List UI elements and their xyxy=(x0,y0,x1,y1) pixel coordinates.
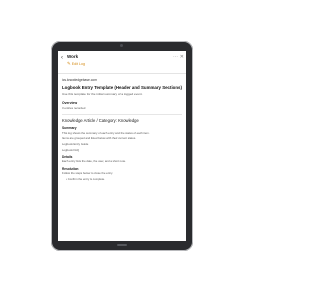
front-camera xyxy=(120,44,123,47)
pencil-icon: ✎ xyxy=(67,61,71,66)
article-link-2[interactable]: Logbook FAQ xyxy=(62,148,182,152)
article-subtitle: Use this template for the initial summar… xyxy=(62,92,143,97)
article-content: ics.knowledgebase.com Logbook Entry Temp… xyxy=(58,74,186,181)
summary-paragraph-1: This log shows the summary of each entry… xyxy=(62,130,150,135)
back-button-label[interactable]: Work xyxy=(67,54,78,59)
close-icon[interactable]: ✕ xyxy=(180,54,184,60)
overview-heading: Overview xyxy=(62,101,78,106)
resolution-bullet: • Confirm the entry is complete. xyxy=(66,177,105,182)
article-link-1[interactable]: Logbook Entry Guide xyxy=(62,142,182,146)
summary-heading: Summary xyxy=(62,126,77,131)
edit-log-button[interactable]: ✎ Edit Log xyxy=(67,61,85,66)
details-text: Each entry lists the date, the user, and… xyxy=(62,159,126,164)
more-options-icon[interactable]: ⋯ xyxy=(173,54,178,60)
tablet-device: ‹ Work ✎ Edit Log ⋯ ✕ ics.knowledgebase.… xyxy=(51,41,193,251)
details-heading: Details xyxy=(62,154,73,159)
resolution-bullet-text: Confirm the entry is complete. xyxy=(67,177,105,182)
back-chevron-icon[interactable]: ‹ xyxy=(61,55,63,61)
resolution-heading: Resolution xyxy=(62,166,79,171)
article-url[interactable]: ics.knowledgebase.com xyxy=(62,78,182,82)
home-indicator xyxy=(117,244,127,246)
article-title: Logbook Entry Template (Header and Summa… xyxy=(62,85,182,90)
summary-paragraph-2: Items are grouped and listed below with … xyxy=(62,135,137,140)
top-bar: ‹ Work ✎ Edit Log ⋯ ✕ xyxy=(58,51,186,74)
tablet-screen: ‹ Work ✎ Edit Log ⋯ ✕ ics.knowledgebase.… xyxy=(58,51,186,241)
knowledge-title: Knowledge Article / Category: Knowledge xyxy=(62,118,139,124)
resolution-text: Follow the steps below to close the entr… xyxy=(62,171,113,176)
section-divider xyxy=(62,114,182,116)
overview-text: 3 entries recorded xyxy=(62,105,86,110)
edit-log-label: Edit Log xyxy=(71,61,85,66)
